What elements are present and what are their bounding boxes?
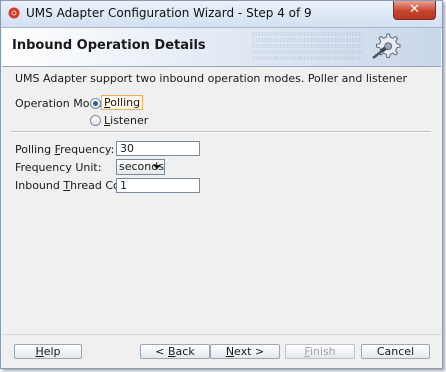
listener-radio-label[interactable]: Listener — [104, 114, 148, 127]
wizard-window: UMS Adapter Configuration Wizard - Step … — [0, 0, 443, 369]
cancel-button[interactable]: Cancel — [361, 344, 430, 359]
next-button[interactable]: Next > — [210, 344, 280, 359]
oracle-app-icon — [8, 7, 20, 19]
polling-radio-label[interactable]: Polling — [100, 95, 144, 110]
polling-label-rest: olling — [110, 96, 141, 109]
chevron-down-icon — [153, 165, 161, 169]
page-title: Inbound Operation Details — [12, 38, 206, 53]
back-button-prefix: < — [155, 345, 168, 358]
back-mnemonic: B — [168, 345, 176, 358]
wizard-header: Inbound Operation Details 01011010010110… — [2, 28, 441, 67]
finish-button[interactable]: Finish — [285, 344, 355, 359]
back-button-rest: ack — [175, 345, 195, 358]
back-button[interactable]: < Back — [140, 344, 210, 359]
header-decoration: 0101101001011010011010010110100101101001… — [252, 32, 362, 62]
frequency-unit-select[interactable]: seconds — [116, 159, 165, 175]
frequency-unit-label: Frequency Unit: — [15, 161, 102, 174]
description-text: UMS Adapter support two inbound operatio… — [15, 72, 408, 85]
button-bar-divider — [2, 334, 441, 335]
help-button[interactable]: Help — [14, 344, 82, 359]
listener-radio[interactable] — [90, 115, 101, 126]
next-mnemonic: N — [225, 345, 235, 358]
polling-frequency-input[interactable]: 30 — [116, 141, 200, 156]
close-button[interactable]: ✕ — [393, 1, 436, 20]
help-button-rest: elp — [43, 345, 61, 358]
window-title: UMS Adapter Configuration Wizard - Step … — [26, 6, 312, 20]
help-mnemonic: H — [35, 345, 44, 358]
thread-count-label-prefix: Inbound — [15, 179, 64, 192]
polling-radio[interactable] — [90, 98, 101, 109]
gear-plug-icon — [372, 33, 401, 59]
divider — [11, 131, 431, 133]
polling-frequency-label-rest: requency: — [60, 143, 115, 156]
polling-frequency-label: Polling Frequency: — [15, 143, 114, 156]
polling-frequency-label-prefix: Polling — [15, 143, 55, 156]
inbound-thread-count-input[interactable]: 1 — [116, 178, 200, 193]
close-icon: ✕ — [409, 2, 420, 17]
listener-label-rest: istener — [110, 114, 149, 127]
finish-button-rest: inish — [309, 345, 336, 358]
next-button-rest: ext > — [234, 345, 265, 358]
title-bar[interactable]: UMS Adapter Configuration Wizard - Step … — [1, 1, 442, 28]
